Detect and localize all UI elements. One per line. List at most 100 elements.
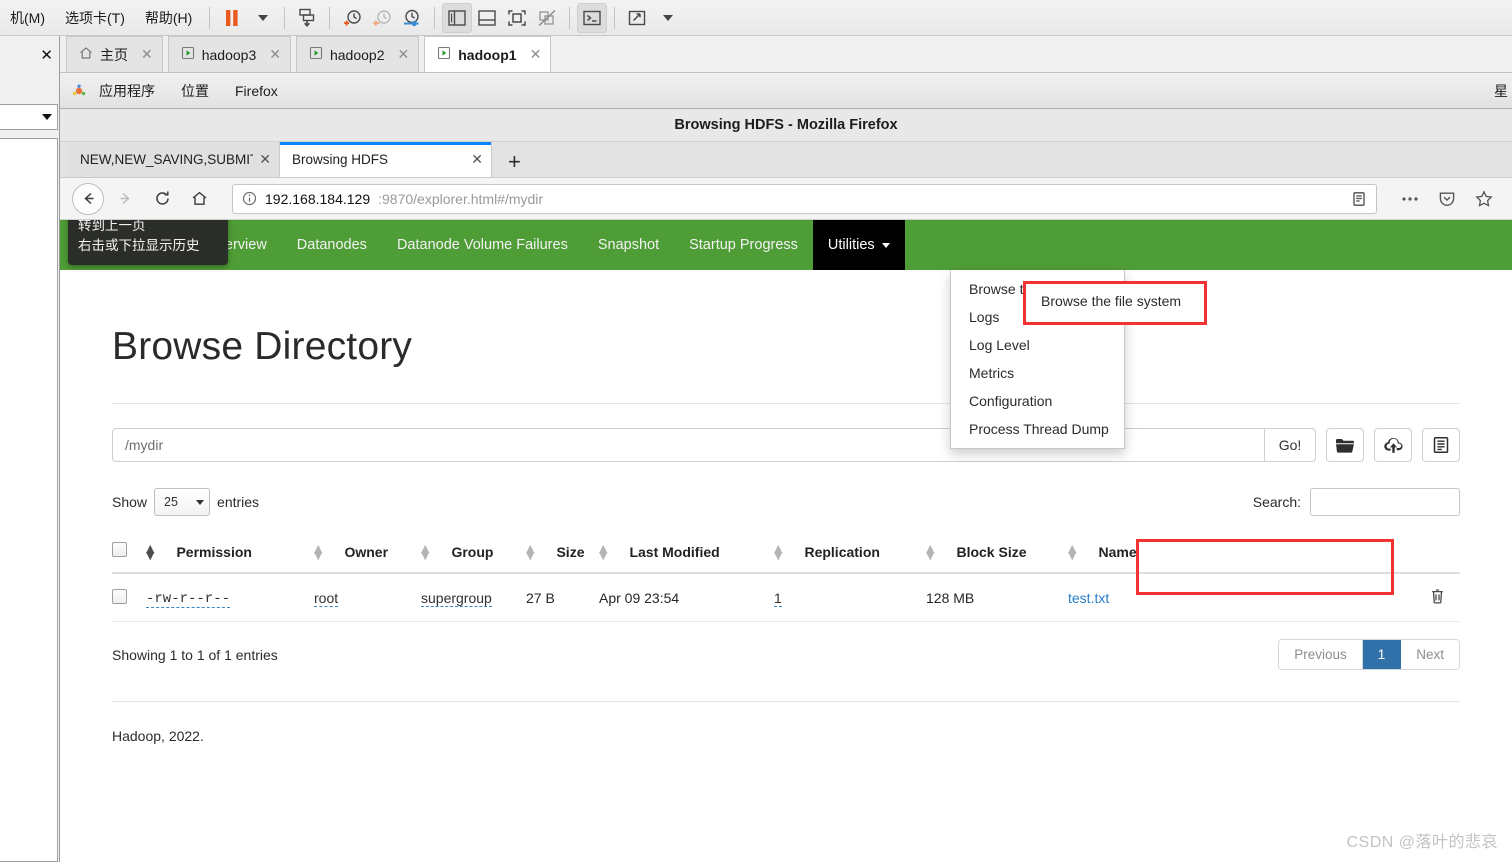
- folder-icon[interactable]: [1326, 428, 1364, 462]
- clipboard-list-icon[interactable]: [1422, 428, 1460, 462]
- menu-item-process-thread-dump[interactable]: Process Thread Dump: [951, 415, 1124, 443]
- firefox-tabbar: NEW,NEW_SAVING,SUBMIT ✕ Browsing HDFS ✕ …: [60, 142, 1512, 178]
- expand-icon[interactable]: [622, 3, 652, 33]
- info-circle-icon[interactable]: [242, 191, 257, 206]
- copyright-text: Hadoop, 2022.: [112, 728, 204, 744]
- home-icon[interactable]: [183, 183, 215, 215]
- url-path: :9870/explorer.html#/mydir: [378, 190, 544, 207]
- table-row[interactable]: -rw-r--r-- root supergroup 27 B Apr 09 2…: [112, 573, 1460, 622]
- gnome-applications-menu[interactable]: 应用程序: [86, 81, 168, 101]
- select-all-checkbox[interactable]: [112, 542, 127, 557]
- send-ctrl-alt-del-icon[interactable]: [292, 3, 322, 33]
- firefox-window: Browsing HDFS - Mozilla Firefox NEW,NEW_…: [60, 109, 1512, 862]
- expand-caret-down-icon[interactable]: [652, 3, 682, 33]
- page-actions-icon[interactable]: [1394, 183, 1426, 215]
- sort-icon[interactable]: ▲ ▼: [526, 543, 534, 561]
- close-icon[interactable]: ✕: [40, 46, 53, 64]
- close-icon[interactable]: ✕: [269, 46, 281, 63]
- menu-tabs[interactable]: 选项卡(T): [55, 0, 135, 36]
- close-icon[interactable]: ✕: [253, 151, 271, 168]
- sort-icon[interactable]: ▲ ▼: [146, 543, 154, 561]
- unity-mode-icon[interactable]: [532, 3, 562, 33]
- sort-icon[interactable]: ▲ ▼: [926, 543, 934, 561]
- back-arrow-icon[interactable]: [72, 182, 104, 215]
- nav-snapshot[interactable]: Snapshot: [583, 220, 674, 270]
- gnome-places-menu[interactable]: 位置: [168, 81, 222, 101]
- gnome-clock[interactable]: 星: [1494, 81, 1508, 101]
- close-icon[interactable]: ✕: [530, 46, 542, 63]
- th-label: Replication: [804, 544, 880, 560]
- bookmark-star-icon[interactable]: [1468, 183, 1500, 215]
- reload-icon[interactable]: [146, 183, 178, 215]
- pause-icon[interactable]: [217, 3, 247, 33]
- sort-icon[interactable]: ▲ ▼: [1068, 543, 1076, 561]
- cell-owner: root: [314, 573, 421, 622]
- upload-cloud-icon[interactable]: [1374, 428, 1412, 462]
- library-tree[interactable]: [0, 138, 58, 862]
- pagination-page-1[interactable]: 1: [1362, 640, 1402, 669]
- close-icon[interactable]: ✕: [141, 46, 153, 63]
- vm-tab-hadoop2[interactable]: hadoop2 ✕: [295, 36, 420, 72]
- sort-icon[interactable]: ▲ ▼: [599, 543, 607, 561]
- menu-highlight-label[interactable]: Browse the file system: [1041, 293, 1181, 309]
- page-size-select[interactable]: 25: [154, 488, 211, 516]
- th-permission[interactable]: ▲ ▼ Permission: [146, 532, 314, 574]
- fullscreen-icon[interactable]: [502, 3, 532, 33]
- th-owner[interactable]: ▲ ▼ Owner: [314, 532, 421, 574]
- pagination-next[interactable]: Next: [1401, 640, 1459, 669]
- take-snapshot-icon[interactable]: [337, 3, 367, 33]
- console-icon[interactable]: [577, 2, 608, 33]
- browser-tab-yarn[interactable]: NEW,NEW_SAVING,SUBMIT ✕: [68, 142, 280, 177]
- snapshot-manager-icon[interactable]: [397, 3, 427, 33]
- menu-item-configuration[interactable]: Configuration: [951, 387, 1124, 415]
- sort-icon[interactable]: ▲ ▼: [774, 543, 782, 561]
- vm-tab-hadoop1[interactable]: hadoop1 ✕: [424, 36, 552, 72]
- toolbar-divider: [614, 6, 616, 29]
- nav-datanode-volume-failures[interactable]: Datanode Volume Failures: [382, 220, 583, 270]
- th-name[interactable]: ▲ ▼ Name: [1068, 532, 1430, 574]
- forward-arrow-icon: [109, 183, 141, 215]
- show-thumbnail-bar-icon[interactable]: [472, 3, 502, 33]
- menu-machine[interactable]: 机(M): [0, 0, 55, 36]
- page-title: Browse Directory: [112, 325, 413, 368]
- file-link[interactable]: test.txt: [1068, 590, 1109, 606]
- menu-item-log-level[interactable]: Log Level: [951, 331, 1124, 359]
- page-content: Browse Directory /mydir Go! Show 25 entr…: [60, 325, 1512, 744]
- th-size[interactable]: ▲ ▼ Size: [526, 532, 599, 574]
- url-bar[interactable]: 192.168.184.129:9870/explorer.html#/mydi…: [232, 183, 1377, 214]
- trash-icon[interactable]: [1430, 589, 1445, 607]
- browser-tab-browsing-hdfs[interactable]: Browsing HDFS ✕: [280, 142, 492, 177]
- new-tab-button[interactable]: +: [492, 147, 537, 177]
- cell-block-size: 128 MB: [926, 573, 1068, 622]
- menu-item-metrics[interactable]: Metrics: [951, 359, 1124, 387]
- reader-view-icon[interactable]: [1351, 191, 1367, 207]
- th-last-modified[interactable]: ▲ ▼ Last Modified: [599, 532, 774, 574]
- close-icon[interactable]: ✕: [465, 151, 483, 168]
- th-replication[interactable]: ▲ ▼ Replication: [774, 532, 926, 574]
- menu-help[interactable]: 帮助(H): [135, 0, 202, 36]
- sort-icon[interactable]: ▲ ▼: [314, 543, 322, 561]
- pause-caret-down-icon[interactable]: [247, 3, 277, 33]
- search-input[interactable]: [1310, 488, 1460, 516]
- pagination-previous[interactable]: Previous: [1279, 640, 1363, 669]
- vm-tab-home[interactable]: 主页 ✕: [66, 36, 163, 72]
- vm-tab-label: hadoop3: [201, 46, 257, 63]
- library-filter-dropdown[interactable]: [0, 104, 58, 130]
- nav-utilities-dropdown[interactable]: Utilities: [812, 220, 905, 270]
- toolbar-divider: [284, 6, 286, 29]
- sort-icon[interactable]: ▲ ▼: [421, 543, 429, 561]
- pocket-icon[interactable]: [1431, 183, 1463, 215]
- revert-snapshot-icon[interactable]: [367, 3, 397, 33]
- nav-startup-progress[interactable]: Startup Progress: [674, 220, 813, 270]
- row-checkbox[interactable]: [112, 588, 127, 604]
- th-group[interactable]: ▲ ▼ Group: [421, 532, 526, 574]
- vm-tab-hadoop3[interactable]: hadoop3 ✕: [167, 36, 291, 72]
- gnome-window-firefox[interactable]: Firefox: [222, 83, 291, 99]
- close-icon[interactable]: ✕: [398, 46, 410, 63]
- nav-datanodes[interactable]: Datanodes: [282, 220, 382, 270]
- files-table-head: ▲ ▼ Permission ▲ ▼ Owner ▲ ▼ Group ▲ ▼ S…: [112, 532, 1460, 574]
- go-button[interactable]: Go!: [1264, 428, 1316, 462]
- th-block-size[interactable]: ▲ ▼ Block Size: [926, 532, 1068, 574]
- vm-icon: [309, 46, 323, 63]
- show-library-icon[interactable]: [442, 2, 473, 33]
